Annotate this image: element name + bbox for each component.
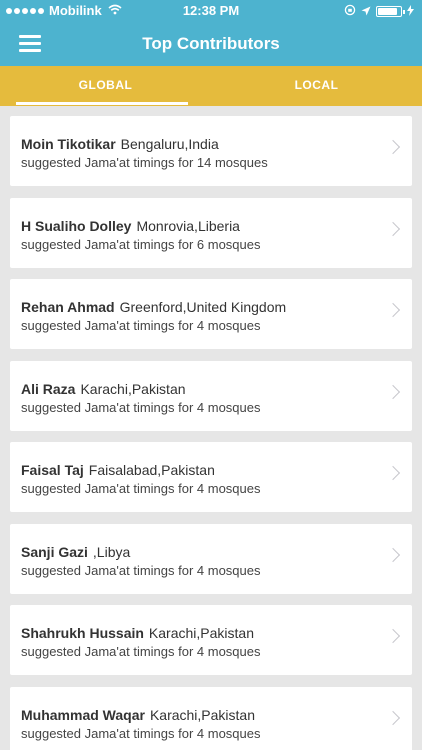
contributor-name: Shahrukh Hussain	[21, 625, 144, 641]
contributor-location: Greenford,United Kingdom	[119, 299, 287, 315]
status-right	[344, 4, 414, 19]
tab-global[interactable]: GLOBAL	[0, 66, 211, 106]
chevron-right-icon	[385, 384, 401, 400]
contributor-row[interactable]: Rehan Ahmad Greenford,United Kingdom sugg…	[10, 279, 412, 349]
contributor-row[interactable]: H Sualiho Dolley Monrovia,Liberia suggest…	[10, 198, 412, 268]
contributor-name: Ali Raza	[21, 381, 76, 397]
contributor-summary: suggested Jama'at timings for 14 mosques	[21, 155, 268, 170]
contributor-row[interactable]: Muhammad Waqar Karachi,Pakistan suggested…	[10, 687, 412, 750]
contributor-row[interactable]: Moin Tikotikar Bengaluru,India suggested …	[10, 116, 412, 186]
chevron-right-icon	[385, 465, 401, 481]
battery-level	[378, 8, 397, 15]
contributor-name: Sanji Gazi	[21, 544, 88, 560]
battery-icon	[376, 6, 405, 17]
contributor-summary: suggested Jama'at timings for 4 mosques	[21, 400, 261, 415]
contributor-summary: suggested Jama'at timings for 4 mosques	[21, 563, 261, 578]
navigation-bar: Top Contributors	[0, 22, 422, 66]
contributor-summary: suggested Jama'at timings for 4 mosques	[21, 318, 261, 333]
charging-bolt-icon	[407, 4, 414, 19]
chevron-right-icon	[385, 139, 401, 155]
chevron-right-icon	[385, 547, 401, 563]
tab-local[interactable]: LOCAL	[211, 66, 422, 106]
contributor-row[interactable]: Faisal Taj Faisalabad,Pakistan suggested …	[10, 442, 412, 512]
contributor-location: Karachi,Pakistan	[148, 625, 254, 641]
contributor-name: H Sualiho Dolley	[21, 218, 132, 234]
status-bar: Mobilink 12:38 PM	[0, 0, 422, 22]
selected-tab-indicator	[16, 102, 188, 105]
tab-bar: GLOBAL LOCAL	[0, 66, 422, 106]
contributor-summary: suggested Jama'at timings for 4 mosques	[21, 726, 261, 741]
location-arrow-icon	[361, 4, 371, 19]
page-title: Top Contributors	[142, 34, 280, 53]
contributor-summary: suggested Jama'at timings for 4 mosques	[21, 481, 261, 496]
contributor-name: Faisal Taj	[21, 462, 84, 478]
chevron-right-icon	[385, 221, 401, 237]
contributor-name: Moin Tikotikar	[21, 136, 116, 152]
contributor-location: Monrovia,Liberia	[136, 218, 240, 234]
orientation-lock-icon	[344, 4, 356, 19]
contributor-name: Muhammad Waqar	[21, 707, 145, 723]
contributor-location: ,Libya	[92, 544, 131, 560]
contributor-summary: suggested Jama'at timings for 4 mosques	[21, 644, 261, 659]
chevron-right-icon	[385, 628, 401, 644]
contributor-location: Bengaluru,India	[120, 136, 219, 152]
contributor-row[interactable]: Sanji Gazi ,Libya suggested Jama'at timin…	[10, 524, 412, 594]
contributor-location: Faisalabad,Pakistan	[88, 462, 215, 478]
contributor-location: Karachi,Pakistan	[149, 707, 256, 723]
contributor-summary: suggested Jama'at timings for 6 mosques	[21, 237, 261, 252]
contributor-row[interactable]: Ali Raza Karachi,Pakistan suggested Jama'…	[10, 361, 412, 431]
chevron-right-icon	[385, 710, 401, 726]
contributor-name: Rehan Ahmad	[21, 299, 115, 315]
chevron-right-icon	[385, 302, 401, 318]
contributor-location: Karachi,Pakistan	[80, 381, 186, 397]
contributor-row[interactable]: Shahrukh Hussain Karachi,Pakistan suggest…	[10, 605, 412, 675]
